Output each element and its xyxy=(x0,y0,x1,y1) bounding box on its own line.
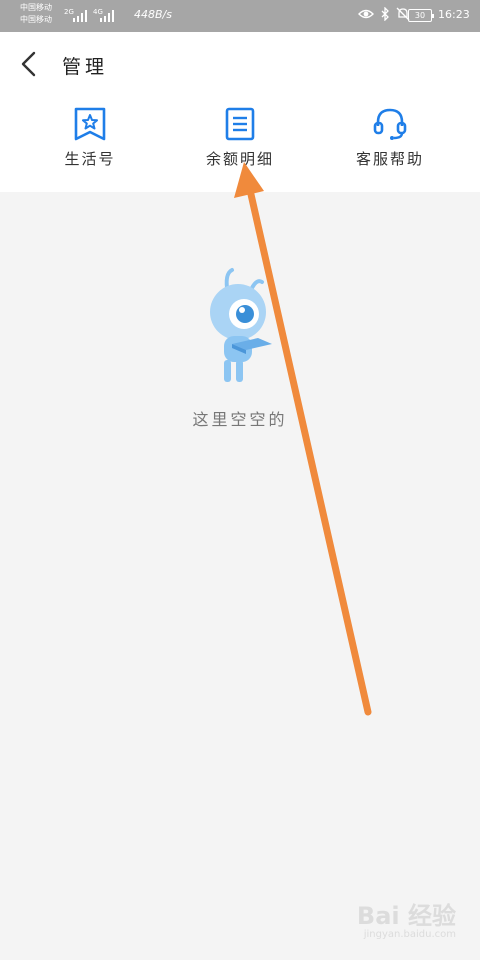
eye-comfort-icon xyxy=(358,7,374,25)
customer-service-label: 客服帮助 xyxy=(355,150,424,168)
carrier-1: 中国移动 xyxy=(20,3,52,12)
back-button[interactable] xyxy=(18,50,42,78)
balance-detail-label: 余额明细 xyxy=(205,150,274,168)
signal-bars-2-icon xyxy=(100,10,116,22)
balance-detail-button[interactable]: 余额明细 xyxy=(180,106,300,176)
star-bookmark-icon xyxy=(72,106,108,142)
battery-icon: 30 xyxy=(408,9,434,22)
chevron-left-icon xyxy=(21,51,36,77)
page-title: 管理 xyxy=(62,56,109,78)
clock: 16:23 xyxy=(438,8,470,21)
customer-service-button[interactable]: 客服帮助 xyxy=(330,106,450,176)
watermark: Bai 经验 jingyan.baidu.com xyxy=(357,896,456,940)
status-bar: 中国移动 中国移动 2G 4G 448B/s 30 16:23 xyxy=(0,0,480,32)
headset-icon xyxy=(372,106,408,142)
watermark-brand: Bai 经验 xyxy=(356,902,456,930)
status-icons xyxy=(358,6,410,25)
carrier-2: 中国移动 xyxy=(20,15,52,24)
bluetooth-icon xyxy=(380,6,390,25)
signal-bars-1-icon xyxy=(73,10,89,22)
carrier-info: 中国移动 中国移动 xyxy=(20,2,52,26)
watermark-url: jingyan.baidu.com xyxy=(363,929,456,940)
header-panel: 管理 生活号 余额明细 客服帮助 xyxy=(0,32,480,192)
document-list-icon xyxy=(222,106,258,142)
empty-state: 这里空空的 Bai 经验 jingyan.baidu.com xyxy=(0,192,480,960)
battery-level: 30 xyxy=(414,11,426,20)
empty-state-text: 这里空空的 xyxy=(192,410,288,429)
life-account-button[interactable]: 生活号 xyxy=(30,106,150,176)
action-row: 生活号 余额明细 客服帮助 xyxy=(0,106,480,176)
ant-mascot-reading-icon xyxy=(198,264,278,388)
life-account-label: 生活号 xyxy=(64,150,116,168)
network-speed: 448B/s xyxy=(134,8,172,21)
